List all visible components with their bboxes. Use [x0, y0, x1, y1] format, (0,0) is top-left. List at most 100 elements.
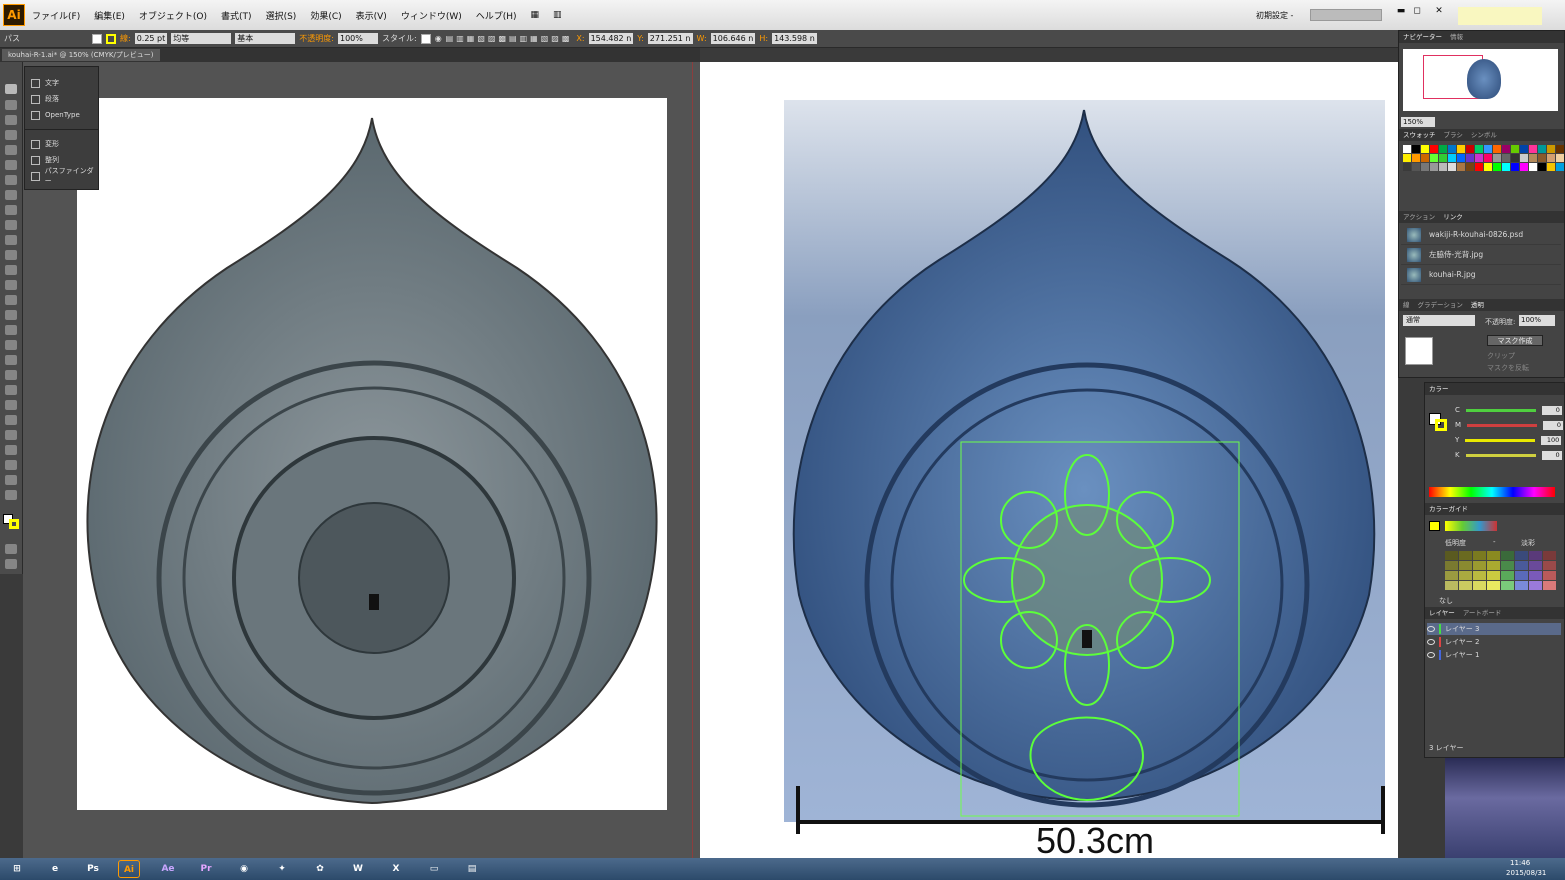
symbol-sprayer-tool-icon[interactable] [5, 415, 17, 425]
color-swatch[interactable] [1439, 145, 1447, 153]
free-transform-tool-icon[interactable] [5, 310, 17, 320]
menu-type[interactable]: 書式(T) [214, 9, 259, 22]
color-swatch[interactable] [1430, 163, 1438, 171]
mask-thumbnail[interactable] [1405, 337, 1433, 365]
guide-swatch[interactable] [1459, 571, 1472, 580]
navigator-preview[interactable] [1403, 49, 1558, 111]
pen-tool-icon[interactable] [5, 145, 17, 155]
color-swatch[interactable] [1547, 154, 1555, 162]
color-swatch[interactable] [1556, 163, 1564, 171]
stroke-weight-field[interactable]: 0.25 pt [134, 33, 168, 44]
arrange-documents-icon[interactable]: ▥ [546, 10, 569, 20]
channel-track[interactable] [1465, 453, 1536, 457]
guide-swatch[interactable] [1487, 581, 1500, 590]
menu-edit[interactable]: 編集(E) [87, 9, 132, 22]
color-swatch[interactable] [1502, 163, 1510, 171]
stroke-swatch[interactable] [9, 519, 19, 529]
color-swatch[interactable] [1430, 154, 1438, 162]
word-icon[interactable]: W [347, 860, 369, 878]
guide-swatch[interactable] [1445, 571, 1458, 580]
clock-time[interactable]: 11:46 [1510, 859, 1530, 867]
color-swatch[interactable] [1457, 163, 1465, 171]
channel-value[interactable]: 0 [1543, 420, 1564, 430]
visibility-eye-icon[interactable] [1427, 639, 1435, 645]
color-swatch[interactable] [1403, 163, 1411, 171]
color-swatch[interactable] [1520, 145, 1528, 153]
color-swatch[interactable] [1448, 163, 1456, 171]
guide-swatch[interactable] [1459, 561, 1472, 570]
color-swatch[interactable] [1520, 154, 1528, 162]
restore-button[interactable]: ◻ [1406, 6, 1428, 20]
color-swatch[interactable] [1412, 154, 1420, 162]
layer-row[interactable]: レイヤー 2 [1427, 636, 1561, 648]
magic-wand-tool-icon[interactable] [5, 115, 17, 125]
color-swatch[interactable] [1502, 154, 1510, 162]
slice-tool-icon[interactable] [5, 460, 17, 470]
guide-swatch[interactable] [1543, 571, 1556, 580]
channel-value[interactable]: 0 [1541, 450, 1562, 460]
scale-tool-icon[interactable] [5, 280, 17, 290]
workspace-switcher[interactable]: 初期設定 - [1256, 10, 1293, 21]
color-swatch[interactable] [1493, 163, 1501, 171]
black-slider[interactable]: K0% [1455, 450, 1565, 460]
paintbrush-tool-icon[interactable] [5, 205, 17, 215]
guide-swatch[interactable] [1543, 581, 1556, 590]
yellow-slider[interactable]: Y100% [1455, 435, 1565, 445]
guide-swatch[interactable] [1501, 571, 1514, 580]
color-stroke-icon[interactable] [1435, 419, 1447, 431]
tab-links[interactable]: リンク [1443, 211, 1463, 223]
w-field[interactable]: 106.646 n [710, 33, 756, 44]
eyedropper-tool-icon[interactable] [5, 385, 17, 395]
internet-explorer-icon[interactable]: e [44, 860, 66, 878]
rectangle-tool-icon[interactable] [5, 190, 17, 200]
tab-stroke[interactable]: 線 [1403, 299, 1410, 311]
invert-mask-checkbox[interactable]: マスクを反転 [1487, 363, 1529, 373]
close-button[interactable]: ✕ [1428, 6, 1450, 20]
color-swatch[interactable] [1430, 145, 1438, 153]
color-swatch[interactable] [1538, 154, 1546, 162]
harmony-rules-bar[interactable] [1445, 521, 1497, 531]
layer-row[interactable]: レイヤー 3 [1427, 623, 1561, 635]
color-swatch[interactable] [1457, 145, 1465, 153]
channel-track[interactable] [1465, 438, 1536, 442]
color-swatch[interactable] [1493, 154, 1501, 162]
make-mask-button[interactable]: マスク作成 [1487, 335, 1543, 346]
color-swatch[interactable] [1466, 145, 1474, 153]
blend-tool-icon[interactable] [5, 400, 17, 410]
tab-brushes[interactable]: ブラシ [1444, 129, 1463, 141]
x-field[interactable]: 154.482 n [588, 33, 634, 44]
artboard-tool-icon[interactable] [5, 445, 17, 455]
color-swatch[interactable] [1484, 163, 1492, 171]
help-search-input[interactable] [1310, 9, 1382, 21]
premiere-icon[interactable]: Pr [195, 860, 217, 878]
color-swatch[interactable] [1421, 163, 1429, 171]
guide-swatch[interactable] [1445, 551, 1458, 560]
graphic-style-swatch[interactable] [420, 33, 431, 44]
channel-track[interactable] [1465, 408, 1536, 412]
color-swatch[interactable] [1538, 163, 1546, 171]
color-swatch[interactable] [1529, 145, 1537, 153]
pencil-tool-icon[interactable] [5, 220, 17, 230]
tab-gradient[interactable]: グラデーション [1418, 299, 1463, 311]
zoom-tool-icon[interactable] [5, 490, 17, 500]
menu-file[interactable]: ファイル(F) [25, 9, 87, 22]
variable-width-profile-select[interactable]: 均等 [171, 33, 232, 44]
flyout-transform[interactable]: 変形 [25, 136, 98, 152]
hand-tool-icon[interactable] [5, 475, 17, 485]
magenta-slider[interactable]: M0% [1455, 420, 1565, 430]
tab-color[interactable]: カラー [1429, 383, 1449, 395]
guide-swatch[interactable] [1473, 581, 1486, 590]
y-field[interactable]: 271.251 n [647, 33, 693, 44]
guide-swatch[interactable] [1445, 561, 1458, 570]
flyout-character[interactable]: 文字 [25, 75, 98, 91]
menu-help[interactable]: ヘルプ(H) [469, 9, 524, 22]
color-swatch[interactable] [1421, 145, 1429, 153]
guide-swatch[interactable] [1473, 571, 1486, 580]
graph-tool-icon[interactable] [5, 430, 17, 440]
guide-swatch[interactable] [1543, 561, 1556, 570]
link-row[interactable]: wakiji-R-kouhai-0826.psd [1401, 225, 1561, 245]
color-swatch[interactable] [1439, 163, 1447, 171]
guide-swatch[interactable] [1515, 571, 1528, 580]
color-swatch[interactable] [1475, 145, 1483, 153]
color-swatch[interactable] [1529, 163, 1537, 171]
